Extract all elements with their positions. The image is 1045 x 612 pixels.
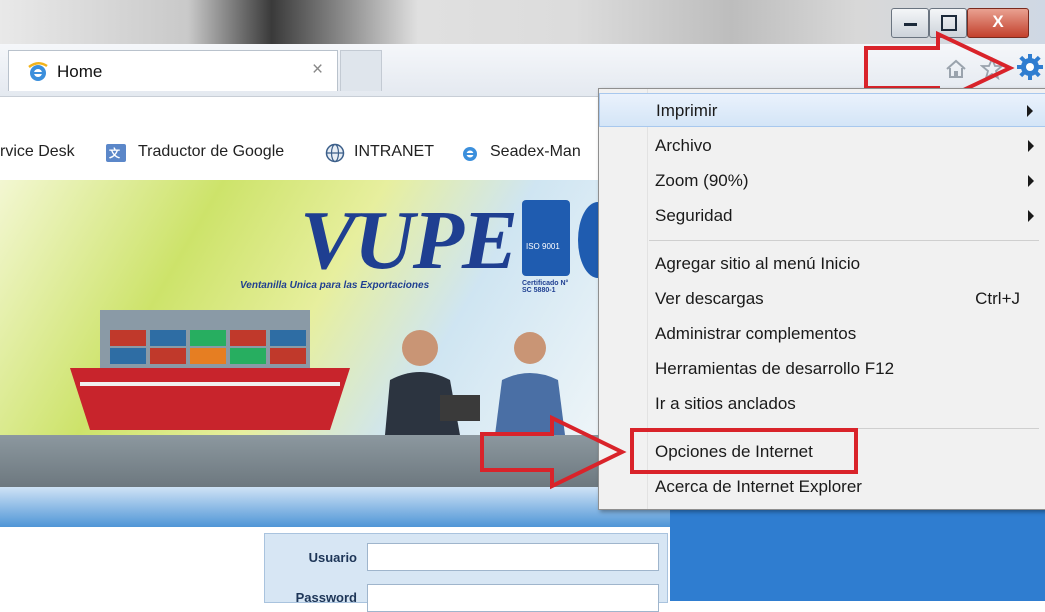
menu-separator <box>649 240 1039 241</box>
submenu-arrow-icon <box>1027 105 1033 117</box>
menu-item-zoom[interactable]: Zoom (90%) <box>599 164 1045 198</box>
google-translate-icon: 文 <box>106 144 126 162</box>
close-icon: X <box>992 12 1004 31</box>
menu-item-ver-descargas[interactable]: Ver descargas Ctrl+J <box>599 282 1045 316</box>
submenu-arrow-icon <box>1028 140 1034 152</box>
ie-icon <box>27 61 49 83</box>
menu-item-seguridad[interactable]: Seguridad <box>599 199 1045 233</box>
tab-title: Home <box>57 62 103 81</box>
favorite-item-traductor[interactable]: Traductor de Google <box>138 143 284 161</box>
new-tab-button[interactable] <box>340 50 382 91</box>
favorite-item-service-desk[interactable]: rvice Desk <box>0 143 75 161</box>
iso-cert-badge: ISO 9001 <box>522 200 570 276</box>
username-label: Usuario <box>308 550 357 565</box>
menu-item-label: Acerca de Internet Explorer <box>655 477 862 496</box>
menu-item-label: Ir a sitios anclados <box>655 394 796 413</box>
menu-item-archivo[interactable]: Archivo <box>599 129 1045 163</box>
menu-item-label: Ver descargas <box>655 289 764 308</box>
submenu-arrow-icon <box>1028 210 1034 222</box>
menu-item-label: Herramientas de desarrollo F12 <box>655 359 895 378</box>
cert-seal <box>578 202 600 278</box>
annotation-arrow-bottom <box>480 414 627 490</box>
iso-badge-text: ISO 9001 <box>526 242 560 251</box>
favorite-item-seadex[interactable]: Seadex-Man <box>490 143 581 161</box>
tab-close-icon[interactable]: × <box>312 59 323 81</box>
vupe-banner: VUPE Ventanilla Unica para las Exportaci… <box>0 180 600 435</box>
menu-item-agregar-sitio[interactable]: Agregar sitio al menú Inicio <box>599 247 1045 281</box>
page-header-strip <box>0 487 670 527</box>
gear-icon[interactable] <box>1016 53 1044 81</box>
menu-item-label: Administrar complementos <box>655 324 857 343</box>
menu-item-label: Zoom (90%) <box>655 171 749 190</box>
restore-icon <box>941 15 957 31</box>
menu-item-imprimir[interactable]: Imprimir <box>599 93 1045 127</box>
menu-item-ir-a-sitios-anclados[interactable]: Ir a sitios anclados <box>599 387 1045 421</box>
ie-icon <box>460 143 480 163</box>
menu-item-administrar-complementos[interactable]: Administrar complementos <box>599 317 1045 351</box>
submenu-arrow-icon <box>1028 175 1034 187</box>
login-box: Usuario Password <box>264 533 668 612</box>
menu-item-label: Imprimir <box>656 101 718 120</box>
menu-item-acerca-de-ie[interactable]: Acerca de Internet Explorer <box>599 470 1045 504</box>
password-input[interactable] <box>367 584 659 612</box>
vupe-logo: VUPE <box>300 194 518 287</box>
cert-number: Certificado N° SC 5880-1 <box>522 280 569 294</box>
globe-icon <box>325 143 345 163</box>
tab-home[interactable]: Home × <box>8 50 338 91</box>
menu-item-label: Archivo <box>655 136 712 155</box>
menu-item-label: Agregar sitio al menú Inicio <box>655 254 861 273</box>
username-input[interactable] <box>367 543 659 571</box>
menu-item-shortcut: Ctrl+J <box>975 289 1020 308</box>
favorite-item-intranet[interactable]: INTRANET <box>354 143 434 161</box>
menu-item-label: Seguridad <box>655 206 733 225</box>
annotation-highlight-box <box>630 428 858 474</box>
cargo-ship-image <box>70 310 350 430</box>
password-label: Password <box>295 590 357 605</box>
menu-item-herramientas-desarrollo[interactable]: Herramientas de desarrollo F12 <box>599 352 1045 386</box>
minimize-icon <box>904 23 917 26</box>
